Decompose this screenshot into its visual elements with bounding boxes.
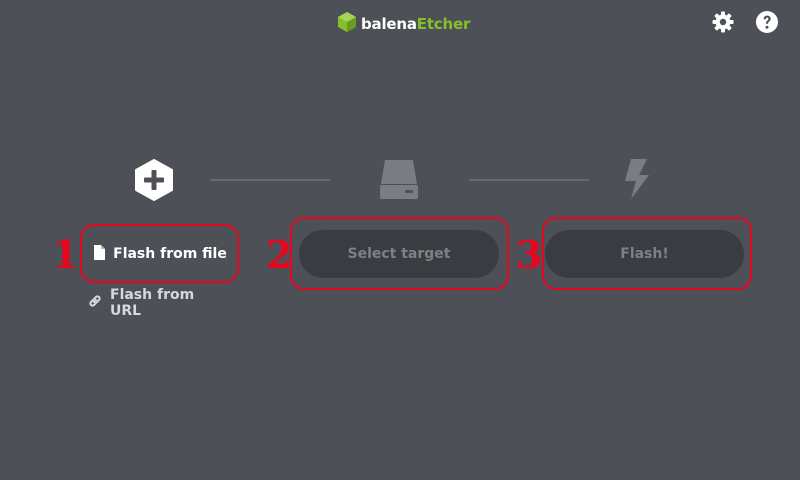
app-logo: balenaEtcher [337,12,470,36]
drive-icon [379,158,419,204]
annotation-number-1: 1 [52,232,79,277]
step-connector-1 [210,179,330,181]
flash-from-url-label: Flash from URL [110,287,195,319]
step-connector-2 [469,179,589,181]
brand-name-part1: balena [361,15,417,33]
flash-label: Flash! [620,246,669,262]
settings-button[interactable] [711,10,735,38]
flash-from-file-label: Flash from file [113,246,227,262]
annotation-number-2: 2 [266,232,293,277]
cube-logo-icon [337,11,357,37]
flash-button[interactable]: Flash! [545,230,744,278]
lightning-icon [623,158,651,204]
flash-from-file-button[interactable]: Flash from file [82,227,238,281]
select-target-button[interactable]: Select target [299,230,499,278]
plus-hexagon-icon [134,159,174,205]
help-icon [755,10,779,38]
brand-name: balenaEtcher [361,15,470,33]
flash-from-url-link[interactable]: Flash from URL [88,287,222,319]
link-icon [88,294,102,312]
annotation-number-3: 3 [516,232,543,277]
brand-name-part2: Etcher [416,15,471,33]
gear-icon [711,10,735,38]
help-button[interactable] [755,10,779,38]
file-icon [93,244,106,264]
select-target-label: Select target [347,246,451,262]
